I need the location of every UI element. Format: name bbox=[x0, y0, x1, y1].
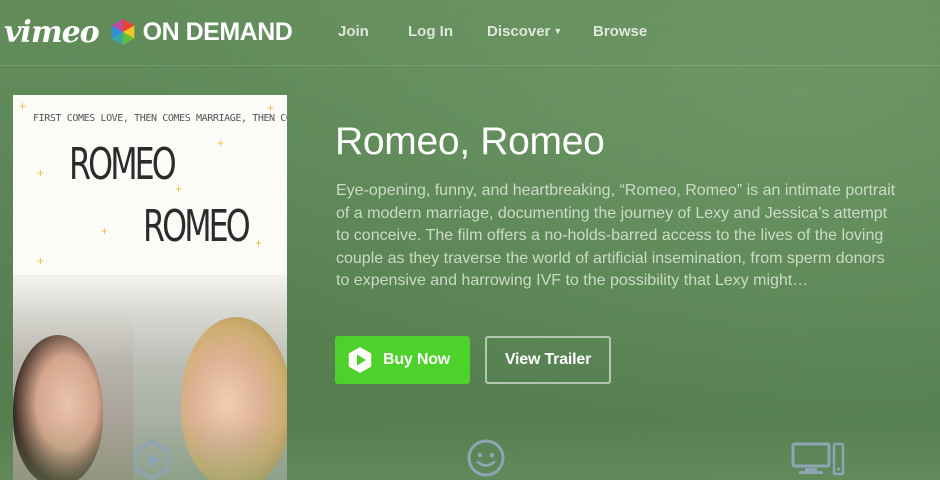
star-icon: + bbox=[19, 99, 27, 113]
play-hexagon-icon bbox=[134, 440, 170, 480]
star-icon: + bbox=[255, 236, 263, 250]
nav-login[interactable]: Log In bbox=[408, 23, 453, 40]
star-icon: + bbox=[37, 166, 45, 180]
nav-join[interactable]: Join bbox=[338, 23, 369, 40]
film-title: Romeo, Romeo bbox=[335, 120, 605, 163]
site-header: vimeo ON DEMAND Join Log In Discover ▼ Br… bbox=[0, 0, 940, 66]
star-icon: + bbox=[267, 101, 275, 115]
vimeo-hexagon-logo-icon bbox=[111, 19, 134, 45]
logo-subbrand: ON DEMAND bbox=[142, 17, 293, 46]
poster-title-line-1: ROMEO bbox=[69, 139, 177, 190]
buy-now-label: Buy Now bbox=[383, 351, 451, 368]
star-icon: + bbox=[217, 136, 225, 150]
poster-tagline: FIRST COMES LOVE, THEN COMES MARRIAGE, T… bbox=[33, 113, 287, 124]
smiley-face-icon bbox=[467, 439, 505, 477]
star-icon: + bbox=[175, 182, 183, 196]
play-hexagon-icon bbox=[348, 347, 372, 373]
nav-discover[interactable]: Discover ▼ bbox=[487, 23, 562, 40]
logo-wordmark: vimeo bbox=[4, 14, 100, 50]
view-trailer-button[interactable]: View Trailer bbox=[485, 336, 611, 384]
caret-down-icon: ▼ bbox=[553, 26, 563, 36]
nav-browse[interactable]: Browse bbox=[593, 23, 647, 40]
vimeo-on-demand-logo[interactable]: vimeo ON DEMAND bbox=[4, 14, 293, 50]
star-icon: + bbox=[37, 254, 45, 268]
view-trailer-label: View Trailer bbox=[504, 351, 592, 368]
nav-discover-label: Discover bbox=[487, 23, 551, 40]
poster-title-line-2: ROMEO bbox=[143, 201, 251, 252]
star-icon: + bbox=[101, 224, 109, 238]
film-description: Eye-opening, funny, and heartbreaking, “… bbox=[336, 182, 896, 289]
buy-now-button[interactable]: Buy Now bbox=[335, 336, 470, 384]
poster-title-area bbox=[13, 95, 287, 305]
devices-icon bbox=[791, 442, 845, 476]
